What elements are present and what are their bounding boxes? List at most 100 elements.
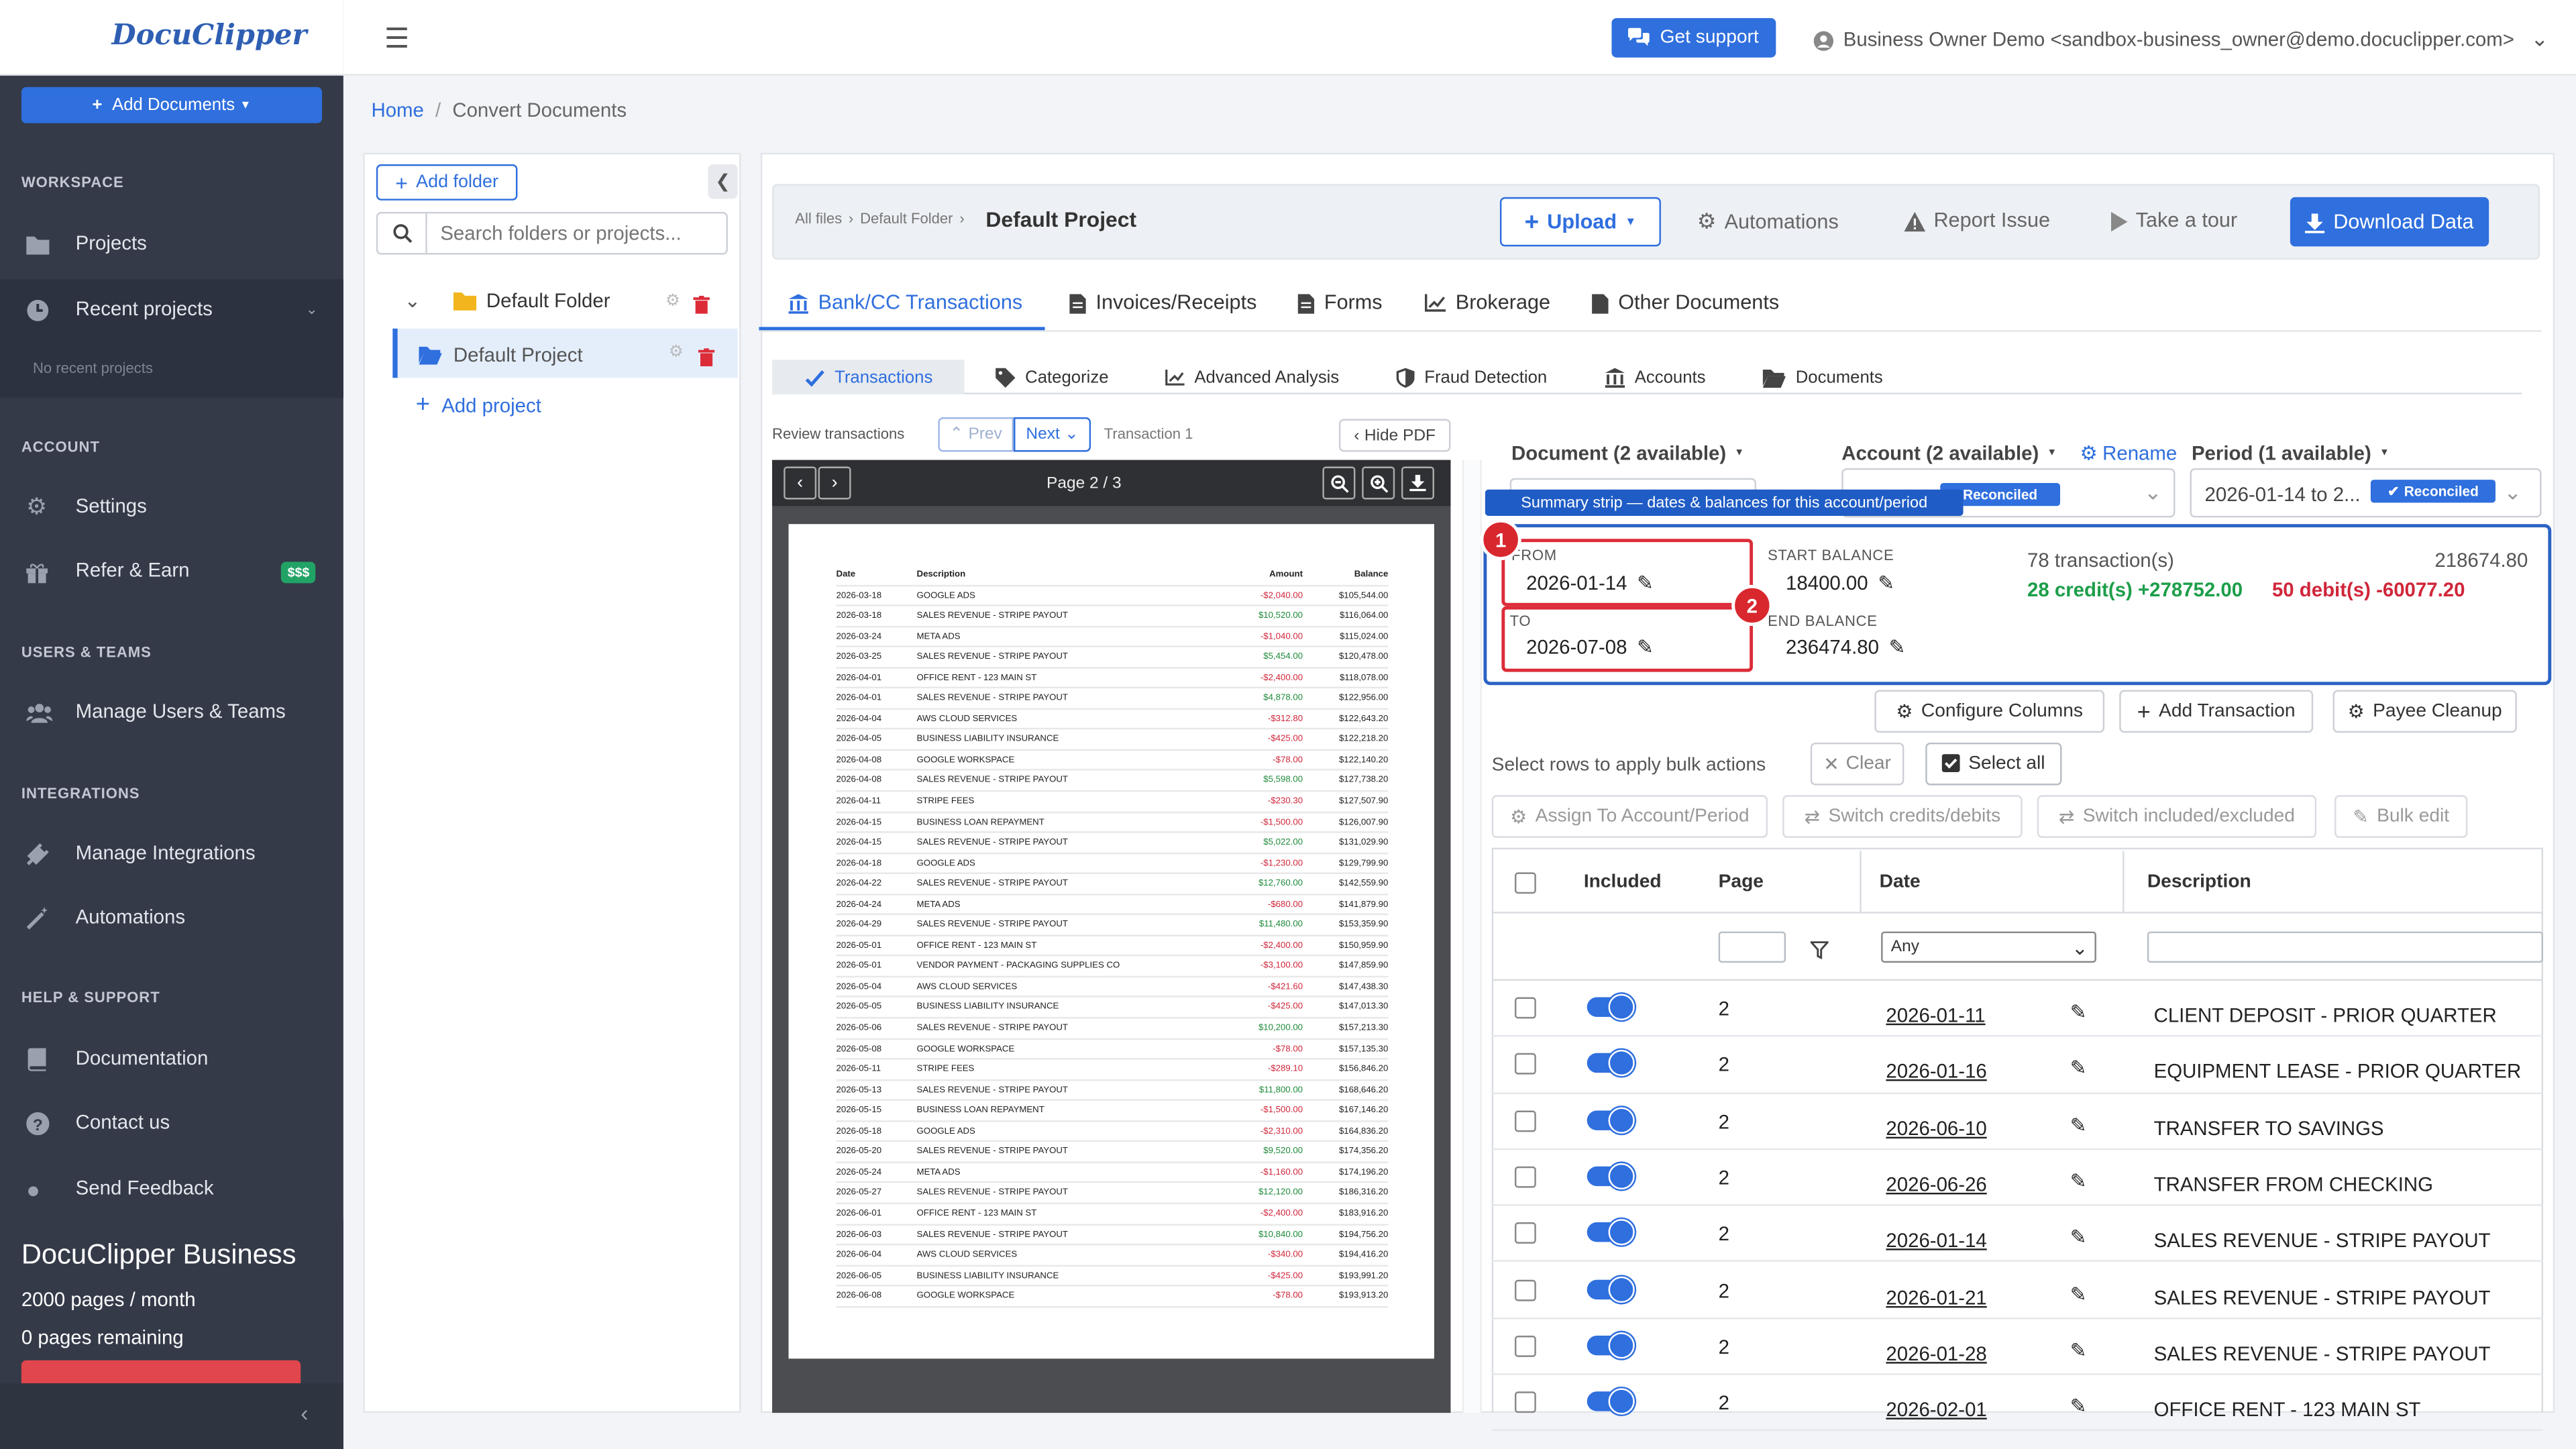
included-toggle[interactable] <box>1587 1388 1635 1415</box>
tab-other-documents[interactable]: Other Documents <box>1592 290 1779 314</box>
sidebar-item-settings[interactable]: ⚙ Settings <box>0 476 343 535</box>
user-menu[interactable]: Business Owner Demo <sandbox-business_ow… <box>1813 26 2548 52</box>
rename-account-button[interactable]: ⚙ Rename <box>2080 442 2177 465</box>
chevron-left-icon[interactable]: ‹ <box>301 1400 308 1426</box>
sidebar-item-manage-users[interactable]: Manage Users & Teams <box>0 682 343 741</box>
download-pdf-button[interactable] <box>1401 466 1434 500</box>
edit-icon[interactable]: ✎ <box>2070 1169 2087 1192</box>
app-logo[interactable]: DocuClipper <box>112 19 307 52</box>
period-selector-label[interactable]: Period (1 available) ▼ <box>2192 442 2390 465</box>
column-page[interactable]: Page <box>1719 872 1764 892</box>
prev-page-button[interactable]: ‹ <box>784 466 817 500</box>
description-filter-input[interactable] <box>2147 931 2544 963</box>
upload-button[interactable]: + Upload ▼ <box>1499 197 1661 247</box>
document-selector-label[interactable]: Document (2 available) ▼ <box>1511 442 1744 465</box>
included-toggle[interactable] <box>1587 1275 1635 1302</box>
included-toggle[interactable] <box>1587 994 1635 1020</box>
folder-search-input[interactable] <box>427 221 715 245</box>
switch-credits-debits-button[interactable]: ⇄ Switch credits/debits <box>1782 795 2023 838</box>
payee-cleanup-button[interactable]: ⚙ Payee Cleanup <box>2332 690 2517 733</box>
sidebar-item-contact[interactable]: ? Contact us <box>0 1093 343 1152</box>
resize-splitter[interactable] <box>1462 460 1482 1413</box>
zoom-in-button[interactable] <box>1362 466 1395 500</box>
subtab-fraud-detection[interactable]: Fraud Detection <box>1396 368 1547 388</box>
add-folder-button[interactable]: + Add folder <box>376 164 518 201</box>
sidebar-item-recent-projects[interactable]: Recent projects ⌄ <box>0 279 343 339</box>
start-balance[interactable]: 18400.00 ✎ <box>1786 572 1894 594</box>
breadcrumb-home[interactable]: Home <box>371 99 423 121</box>
project-settings-icon[interactable]: ⚙ <box>669 343 684 362</box>
upgrade-button[interactable] <box>21 1360 301 1384</box>
add-transaction-button[interactable]: + Add Transaction <box>2119 690 2314 733</box>
date-filter-select[interactable]: Any ⌄ <box>1881 931 2096 963</box>
clear-selection-button[interactable]: ✕ Clear <box>1810 742 1904 786</box>
date-cell[interactable]: 2026-01-11 <box>1886 1004 1985 1026</box>
sidebar-item-projects[interactable]: Projects <box>0 213 343 272</box>
end-balance[interactable]: 236474.80 ✎ <box>1786 636 1905 659</box>
subtab-accounts[interactable]: Accounts <box>1605 368 1706 388</box>
account-selector-label[interactable]: Account (2 available) ▼ <box>1841 442 2057 465</box>
select-all-checkbox[interactable] <box>1514 872 1536 894</box>
date-cell[interactable]: 2026-01-14 <box>1886 1229 1986 1252</box>
edit-icon[interactable]: ✎ <box>2070 1338 2087 1361</box>
project-item[interactable]: Default Project <box>419 343 583 366</box>
included-toggle[interactable] <box>1587 1163 1635 1189</box>
edit-icon[interactable]: ✎ <box>2070 1113 2087 1136</box>
collapse-folder-panel-button[interactable]: ❮ <box>708 164 738 199</box>
row-checkbox[interactable] <box>1514 997 1536 1019</box>
sidebar-item-documentation[interactable]: Documentation <box>0 1028 343 1087</box>
tree-default-folder[interactable]: ⌄ Default Folder <box>404 289 610 312</box>
report-issue-button[interactable]: Report Issue <box>1904 209 2050 231</box>
row-checkbox[interactable] <box>1514 1335 1536 1357</box>
get-support-button[interactable]: Get support <box>1611 17 1776 58</box>
folder-settings-icon[interactable]: ⚙ <box>665 292 680 311</box>
page-filter-input[interactable] <box>1718 931 1786 963</box>
included-toggle[interactable] <box>1587 1219 1635 1246</box>
edit-icon[interactable]: ✎ <box>2070 1057 2087 1079</box>
row-checkbox[interactable] <box>1514 1222 1536 1244</box>
column-date[interactable]: Date <box>1880 872 1921 892</box>
crumb-all-files[interactable]: All files <box>795 210 842 226</box>
next-page-button[interactable]: › <box>818 466 851 500</box>
edit-icon[interactable]: ✎ <box>2070 1282 2087 1305</box>
date-cell[interactable]: 2026-01-28 <box>1886 1342 1986 1364</box>
tab-bank-cc[interactable]: Bank/CC Transactions <box>788 290 1022 314</box>
sidebar-item-manage-integrations[interactable]: Manage Integrations <box>0 823 343 882</box>
row-checkbox[interactable] <box>1514 1166 1536 1188</box>
prev-button[interactable]: ⌃ Prev <box>938 417 1014 452</box>
included-toggle[interactable] <box>1587 1106 1635 1133</box>
download-data-button[interactable]: Download Data <box>2290 197 2489 247</box>
tab-brokerage[interactable]: Brokerage <box>1424 290 1550 314</box>
add-documents-button[interactable]: + Add Documents ▼ <box>21 87 323 123</box>
tab-invoices[interactable]: Invoices/Receipts <box>1069 290 1256 314</box>
hamburger-menu-icon[interactable]: ☰ <box>384 23 409 56</box>
trash-icon[interactable] <box>698 343 715 373</box>
date-cell[interactable]: 2026-06-26 <box>1886 1173 1986 1195</box>
date-cell[interactable]: 2026-02-01 <box>1886 1398 1986 1421</box>
bulk-edit-button[interactable]: ✎ Bulk edit <box>2334 795 2468 838</box>
switch-included-excluded-button[interactable]: ⇄ Switch included/excluded <box>2037 795 2317 838</box>
to-date[interactable]: 2026-07-08 ✎ <box>1526 636 1654 659</box>
sidebar-item-automations[interactable]: Automations <box>0 887 343 946</box>
sidebar-item-send-feedback[interactable]: ● Send Feedback <box>0 1157 343 1219</box>
column-description[interactable]: Description <box>2147 872 2251 892</box>
tab-forms[interactable]: Forms <box>1297 290 1383 314</box>
edit-icon[interactable]: ✎ <box>2070 1226 2087 1248</box>
row-checkbox[interactable] <box>1514 1110 1536 1132</box>
edit-icon[interactable]: ✎ <box>2070 1000 2087 1023</box>
add-project-link[interactable]: + Add project <box>416 391 541 419</box>
row-checkbox[interactable] <box>1514 1279 1536 1301</box>
subtab-advanced-analysis[interactable]: Advanced Analysis <box>1165 368 1339 388</box>
zoom-out-button[interactable] <box>1322 466 1356 500</box>
from-date[interactable]: 2026-01-14 ✎ <box>1526 572 1654 594</box>
hide-pdf-button[interactable]: ‹ Hide PDF <box>1338 419 1451 452</box>
row-checkbox[interactable] <box>1514 1391 1536 1413</box>
column-included[interactable]: Included <box>1584 872 1662 892</box>
subtab-categorize[interactable]: Categorize <box>996 368 1109 388</box>
assign-account-period-button[interactable]: ⚙ Assign To Account/Period <box>1491 795 1768 838</box>
configure-columns-button[interactable]: ⚙ Configure Columns <box>1874 690 2105 733</box>
crumb-folder[interactable]: Default Folder <box>860 210 953 226</box>
trash-icon[interactable] <box>693 290 710 320</box>
select-all-button[interactable]: Select all <box>1925 742 2062 786</box>
date-cell[interactable]: 2026-06-10 <box>1886 1116 1986 1139</box>
